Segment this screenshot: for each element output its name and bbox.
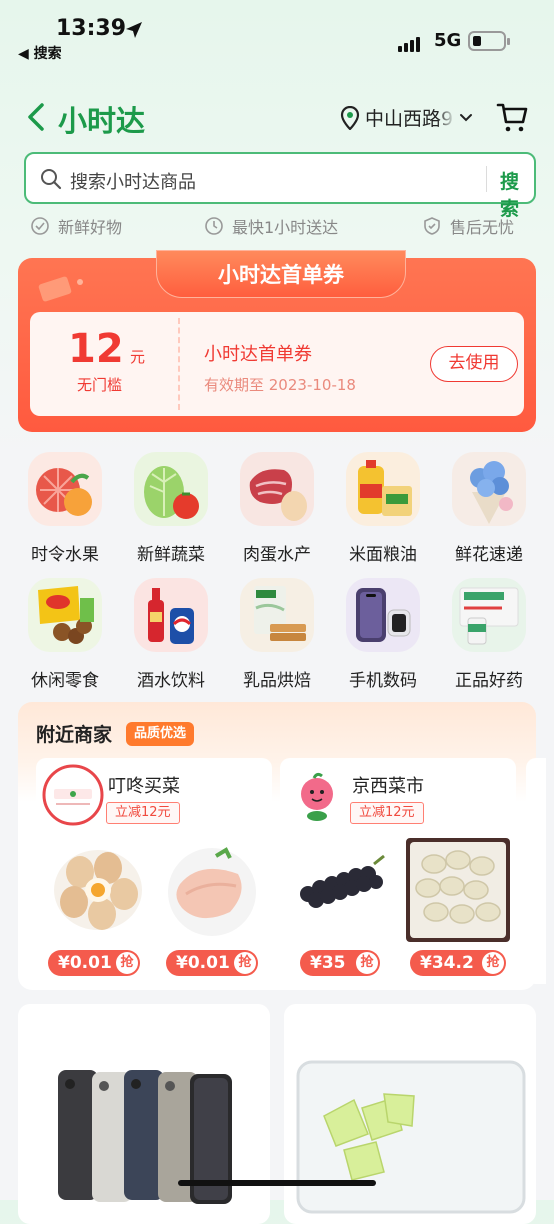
cart-icon[interactable] [496,100,528,134]
flowers-image [452,452,526,526]
search-button[interactable]: 搜索 [500,167,534,221]
address-selector[interactable]: 中山西路9 [365,104,455,131]
nearby-shops-section: 附近商家 品质优选 叮咚买菜 立减12元 ¥0.01 抢 ¥0.01 抢 京西菜… [18,702,546,990]
shop-card-partial[interactable] [526,758,546,984]
feature-fresh: 新鲜好物 [30,214,122,238]
coupon-banner-title: 小时达首单券 [156,250,406,298]
coupon-value: 12 元 无门槛 [30,312,178,416]
page-title: 小时达 [58,104,146,138]
snacks-image [28,578,102,652]
search-icon [41,169,62,190]
price-tag[interactable]: ¥0.01 抢 [48,950,140,976]
coupon-decoration-icon [38,276,83,302]
chevron-left-icon[interactable] [22,100,52,134]
battery-icon [468,31,510,51]
shop-promo: 立减12元 [350,802,424,824]
shield-check-icon [424,217,440,235]
category-vegetables[interactable]: 新鲜蔬菜 [118,452,224,565]
category-drinks[interactable]: 酒水饮料 [118,578,224,691]
back-to-app-link[interactable]: ◀ 搜索 [18,43,62,63]
fruit-image [28,452,102,526]
location-pin-icon[interactable] [340,106,360,130]
lily-bulb-product-image[interactable] [406,838,510,942]
clock-icon [205,217,223,235]
coupon-banner: 小时达首单券 12 元 无门槛 小时达首单券 有效期至 2023-10-18 去… [18,250,536,432]
coupon-divider [178,318,180,410]
grab-button[interactable]: 抢 [356,952,378,974]
shop-name: 京西菜市 [352,776,424,797]
search-bar[interactable]: 搜索小时达商品 搜索 [24,152,536,220]
grab-button[interactable]: 抢 [234,952,256,974]
iphone-product-image [58,1070,232,1204]
melon-product-image [296,1060,526,1214]
category-digital[interactable]: 手机数码 [330,578,436,691]
category-fruit[interactable]: 时令水果 [12,452,118,565]
dairy-image [240,578,314,652]
quality-badge: 品质优选 [126,722,195,746]
coupon-condition: 无门槛 [77,376,123,394]
coupon-name: 小时达首单券 [204,344,312,365]
home-indicator[interactable] [178,1180,376,1186]
product-card-phone[interactable] [18,1004,270,1224]
coupon-unit: 元 [130,348,146,366]
grain-oil-image [346,452,420,526]
meat-image [240,452,314,526]
category-meat[interactable]: 肉蛋水产 [224,452,330,565]
jingxi-logo-icon [289,767,345,823]
grab-button[interactable]: 抢 [482,952,504,974]
eggs-product-image[interactable] [46,838,150,942]
status-bar: 13:39 ◀ 搜索 5G [0,0,554,70]
coupon-amount: 12 [68,326,124,372]
feature-aftersale: 售后无忧 [422,214,514,238]
dingdong-logo-icon [42,764,104,826]
chevron-down-icon[interactable] [458,110,474,126]
category-dairy[interactable]: 乳品烘焙 [224,578,330,691]
category-grain-oil[interactable]: 米面粮油 [330,452,436,565]
location-arrow-icon [126,22,142,38]
price-tag[interactable]: ¥35 抢 [300,950,380,976]
category-flowers[interactable]: 鲜花速递 [436,452,542,565]
shop-name: 叮咚买菜 [108,776,180,797]
coupon-validity: 有效期至 2023-10-18 [204,376,356,394]
grapes-product-image[interactable] [288,838,392,942]
shop-promo: 立减12元 [106,802,180,824]
signal-icon [398,33,422,52]
nearby-title: 附近商家 [36,724,113,746]
status-time: 13:39 [56,16,127,41]
network-type: 5G [434,30,462,51]
check-circle-icon [31,217,49,235]
search-divider [486,166,487,192]
price-tag[interactable]: ¥34.2 抢 [410,950,506,976]
search-input[interactable]: 搜索小时达商品 [70,168,196,194]
medicine-image [452,578,526,652]
vegetable-image [134,452,208,526]
coupon-card[interactable]: 12 元 无门槛 小时达首单券 有效期至 2023-10-18 去使用 [30,312,524,416]
digital-image [346,578,420,652]
category-snacks[interactable]: 休闲零食 [12,578,118,691]
feature-delivery: 最快1小时送达 [204,214,338,238]
chicken-breast-product-image[interactable] [160,838,264,942]
category-medicine[interactable]: 正品好药 [436,578,542,691]
price-tag[interactable]: ¥0.01 抢 [166,950,258,976]
product-card-melon[interactable] [284,1004,536,1224]
use-coupon-button[interactable]: 去使用 [430,346,518,382]
grab-button[interactable]: 抢 [116,952,138,974]
drinks-image [134,578,208,652]
